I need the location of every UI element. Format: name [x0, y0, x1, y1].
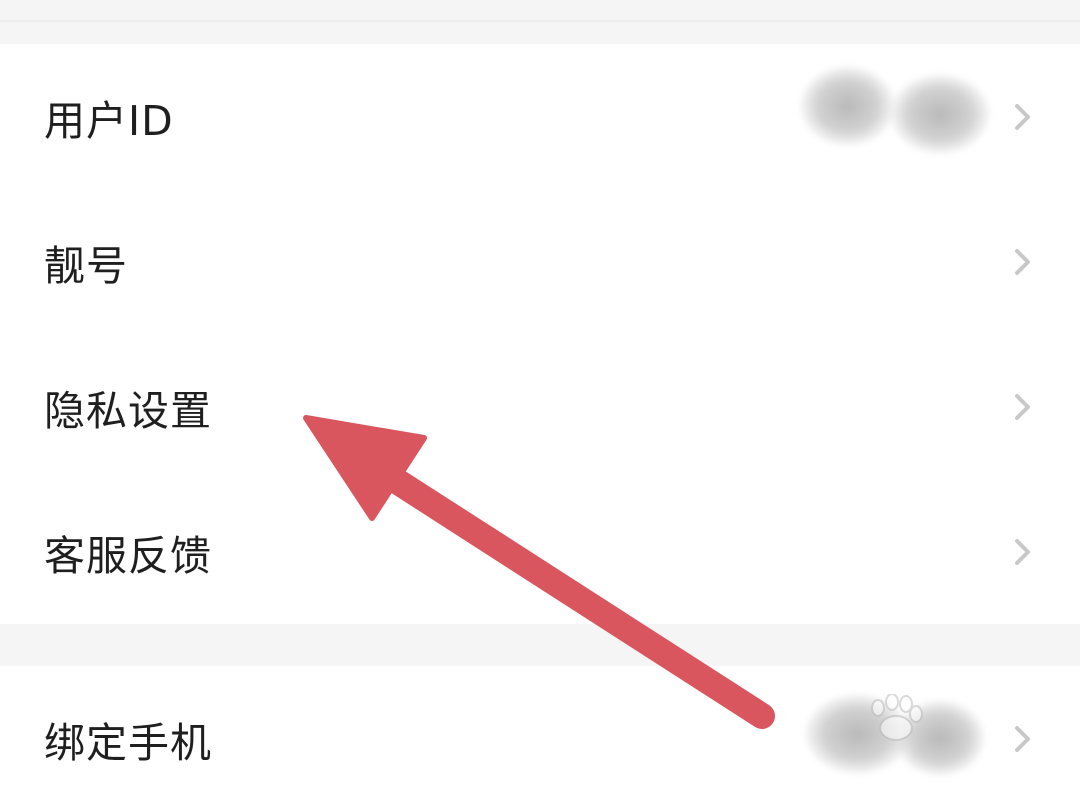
chevron-right-icon [1012, 724, 1034, 754]
redacted-user-id-value [800, 66, 895, 146]
chevron-right-icon [1012, 392, 1034, 422]
settings-row-label: 用户ID [44, 96, 174, 145]
settings-row-user-id[interactable]: 用户ID [0, 44, 1080, 189]
settings-row-label: 隐私设置 [44, 386, 212, 435]
settings-row-customer-feedback[interactable]: 客服反馈 [0, 479, 1080, 624]
chevron-right-icon [1012, 102, 1034, 132]
settings-group-account: 用户ID 靓号 隐私设置 客服反馈 [0, 44, 1080, 624]
settings-row-pretty-number[interactable]: 靓号 [0, 189, 1080, 334]
redacted-phone-value [895, 700, 985, 776]
settings-row-privacy[interactable]: 隐私设置 [0, 334, 1080, 479]
settings-row-label: 客服反馈 [44, 531, 212, 580]
settings-row-label: 绑定手机 [44, 718, 212, 767]
top-spacer [0, 0, 1080, 44]
chevron-right-icon [1012, 247, 1034, 277]
settings-row-bind-phone[interactable]: 绑定手机 [0, 666, 1080, 811]
settings-group-security: 绑定手机 [0, 666, 1080, 812]
chevron-right-icon [1012, 537, 1034, 567]
redacted-user-id-value [890, 74, 990, 154]
settings-row-label: 靓号 [44, 241, 128, 290]
